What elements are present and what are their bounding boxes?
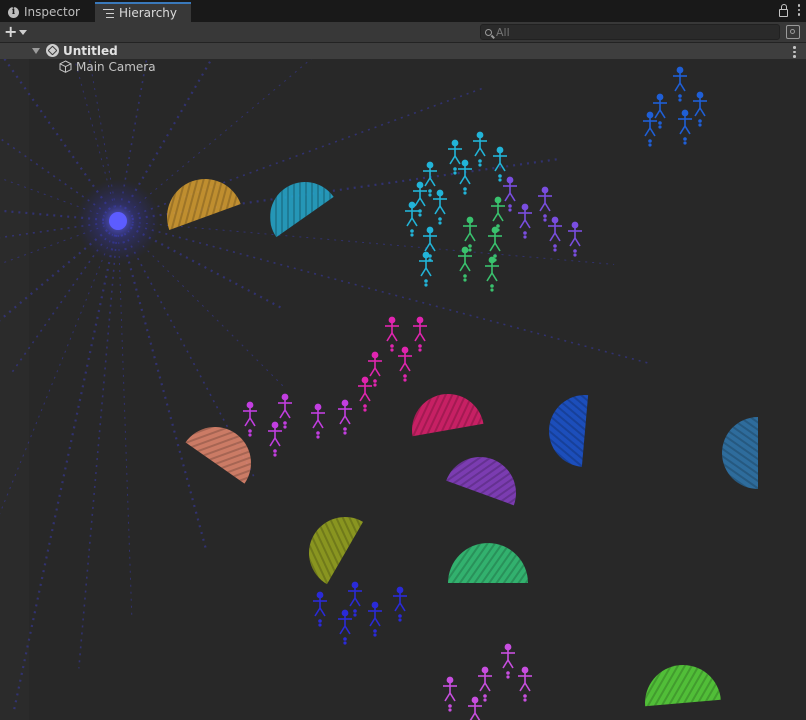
gameobject-cube-icon: [59, 60, 72, 73]
add-object-button[interactable]: +: [4, 22, 28, 41]
tab-inspector-label: Inspector: [24, 5, 80, 19]
panel-menu-icon[interactable]: [797, 4, 800, 16]
tab-bar: i Inspector Hierarchy: [0, 0, 806, 22]
tree-item-main-camera[interactable]: Main Camera: [0, 59, 806, 75]
hierarchy-tree: Untitled Main Camera: [0, 43, 806, 720]
fold-arrow-icon[interactable]: [32, 48, 40, 54]
scene-visibility-icon[interactable]: [786, 25, 800, 39]
tab-hierarchy-label: Hierarchy: [119, 6, 178, 20]
info-icon: i: [8, 6, 19, 18]
chevron-down-icon: [19, 29, 28, 35]
scene-menu-icon[interactable]: [793, 46, 796, 58]
search-input[interactable]: [496, 25, 756, 39]
search-icon: [485, 28, 492, 36]
lock-icon[interactable]: [778, 3, 788, 17]
tab-tools: [778, 3, 800, 17]
scene-row[interactable]: Untitled: [0, 43, 806, 59]
search-field[interactable]: [480, 24, 780, 40]
tab-hierarchy[interactable]: Hierarchy: [95, 2, 191, 22]
hierarchy-toolbar: +: [0, 22, 806, 43]
scene-name: Untitled: [63, 44, 118, 58]
tab-inspector[interactable]: i Inspector: [0, 2, 94, 22]
tree-item-label: Main Camera: [76, 60, 156, 74]
hierarchy-lines-icon: [103, 8, 114, 18]
unity-scene-icon: [46, 44, 59, 57]
plus-icon: +: [4, 22, 18, 41]
